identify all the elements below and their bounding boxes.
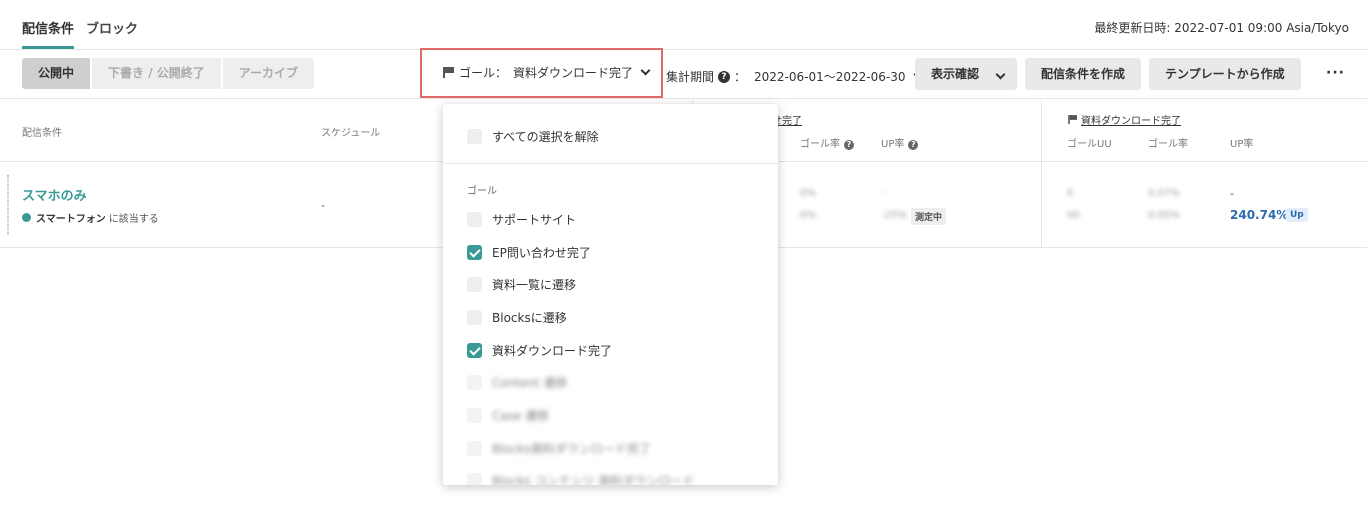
create-condition-button[interactable]: 配信条件を作成 <box>1025 58 1141 90</box>
checkbox[interactable] <box>467 212 482 227</box>
header-goal-rate-2: ゴール率 <box>1148 139 1188 150</box>
checkbox[interactable] <box>467 310 482 325</box>
help-icon[interactable]: ? <box>718 70 731 83</box>
goal-filter-value: 資料ダウンロード完了 <box>513 66 634 80</box>
dropdown-section-heading: ゴール <box>467 186 497 197</box>
tab-delivery-conditions[interactable]: 配信条件 <box>22 18 75 49</box>
preview-button-label: 表示確認 <box>931 67 980 81</box>
header-goal-rate-1: ゴール率? <box>800 135 858 150</box>
blurred-value: -25% <box>881 210 907 221</box>
up-rate-value: 240.74% <box>1230 208 1289 222</box>
help-icon[interactable]: ? <box>844 140 854 150</box>
status-tab-archive[interactable]: アーカイブ <box>222 58 315 89</box>
status-badge: 測定中 <box>911 208 947 225</box>
segment-name: スマートフォン <box>36 214 106 225</box>
checkbox[interactable] <box>467 473 482 485</box>
status-tab-draft-ended[interactable]: 下書き / 公開終了 <box>92 58 223 89</box>
goal-option[interactable]: 資料ダウンロード完了 <box>467 342 612 359</box>
goal-option[interactable]: Blocks資料ダウンロード完了 <box>467 440 651 457</box>
blurred-value: 0.07% <box>1148 188 1180 199</box>
goal-option[interactable]: Blocksに遷移 <box>467 309 567 326</box>
status-segmented-control: 公開中 下書き / 公開終了 アーカイブ <box>22 58 315 89</box>
checkbox[interactable] <box>467 408 482 423</box>
toolbar: 公開中 下書き / 公開終了 アーカイブ ゴール： 資料ダウンロード完了 集計期… <box>0 48 1367 99</box>
condition-title-link[interactable]: スマホのみ <box>22 185 87 204</box>
period-label: 集計期間 <box>666 70 715 84</box>
blurred-value: - <box>881 188 885 199</box>
segment-description: スマートフォン に該当する <box>22 210 159 225</box>
checkbox[interactable] <box>467 441 482 456</box>
last-updated: 最終更新日時: 2022-07-01 09:00 Asia/Tokyo <box>1094 21 1349 35</box>
up-rate-empty: - <box>1230 187 1234 200</box>
goal-filter-label: ゴール： <box>459 66 508 80</box>
checkbox[interactable] <box>467 375 482 390</box>
preview-button[interactable]: 表示確認 <box>915 58 1017 90</box>
goal-option[interactable]: EP問い合わせ完了 <box>467 244 591 261</box>
header-goal-uu: ゴールUU <box>1067 139 1112 150</box>
goal-filter-dropdown: すべての選択を解除 ゴール サポートサイト EP問い合わせ完了 資料一覧に遷移 … <box>443 104 778 485</box>
goal-option[interactable]: Blocks コンテンツ 資料ダウンロード <box>467 472 694 485</box>
goal-option[interactable]: サポートサイト <box>467 211 576 228</box>
checkbox-checked[interactable] <box>467 343 482 358</box>
period-select[interactable]: 集計期間 ? ： 2022-06-01〜2022-06-30 <box>666 68 923 85</box>
page: 配信条件 ブロック 最終更新日時: 2022-07-01 09:00 Asia/… <box>0 0 1367 521</box>
more-options-icon[interactable]: ··· <box>1326 65 1345 81</box>
dropdown-clear-section: すべての選択を解除 <box>443 104 778 164</box>
flag-icon <box>443 67 455 78</box>
blurred-value: 0 <box>1067 188 1074 199</box>
create-from-template-button[interactable]: テンプレートから作成 <box>1149 58 1301 90</box>
checkbox-checked[interactable] <box>467 245 482 260</box>
checkbox[interactable] <box>467 277 482 292</box>
header-up-rate-2: UP率 <box>1230 139 1254 150</box>
goal-column-link-2[interactable]: 資料ダウンロード完了 <box>1067 112 1181 127</box>
flag-icon <box>1068 115 1078 124</box>
schedule-value: - <box>321 199 325 212</box>
goal-option[interactable]: 資料一覧に遷移 <box>467 276 576 293</box>
blurred-value: 0% <box>800 188 816 199</box>
period-value: 2022-06-01〜2022-06-30 <box>754 70 906 84</box>
drag-handle[interactable] <box>7 175 9 235</box>
segment-dot-icon <box>22 213 31 222</box>
up-badge: Up <box>1286 208 1308 222</box>
chevron-down-icon <box>995 69 1006 80</box>
goal-option[interactable]: Content 遷移 <box>467 374 568 391</box>
header-condition: 配信条件 <box>22 128 62 139</box>
period-colon: ： <box>734 70 747 84</box>
checkbox[interactable] <box>467 129 482 144</box>
status-tab-published[interactable]: 公開中 <box>22 58 93 89</box>
blurred-value: 00 <box>1067 210 1080 221</box>
tab-bar: 配信条件 ブロック 最終更新日時: 2022-07-01 09:00 Asia/… <box>0 0 1367 50</box>
blurred-value: 0.05% <box>1148 210 1180 221</box>
clear-all-selection[interactable]: すべての選択を解除 <box>467 128 599 145</box>
goal-option[interactable]: Case 遷移 <box>467 407 549 424</box>
header-schedule: スケジュール <box>321 128 381 139</box>
blurred-value: 0% <box>800 210 816 221</box>
header-up-rate-1: UP率? <box>881 135 922 150</box>
chevron-down-icon <box>640 65 651 76</box>
goal-filter-select[interactable]: ゴール： 資料ダウンロード完了 <box>420 48 663 98</box>
segment-suffix: に該当する <box>108 214 159 225</box>
tab-blocks[interactable]: ブロック <box>86 18 138 37</box>
help-icon[interactable]: ? <box>908 140 919 150</box>
